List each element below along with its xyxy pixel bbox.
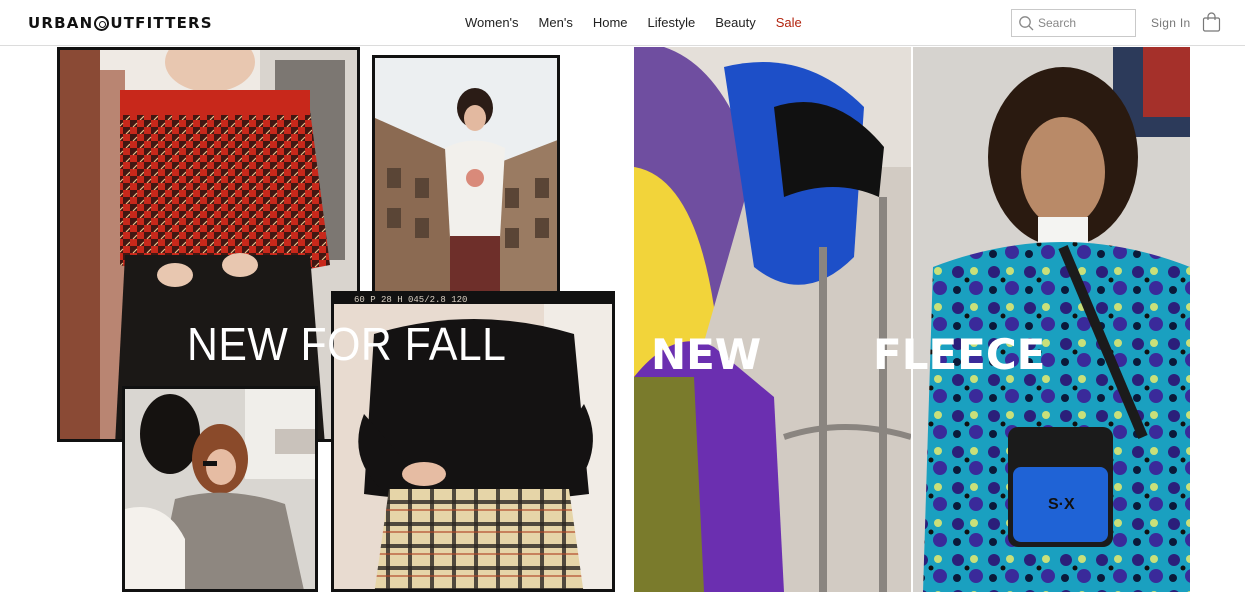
photo-red-sweater [57, 47, 360, 442]
search-placeholder: Search [1038, 16, 1077, 30]
nav-item-mens[interactable]: Men's [539, 15, 573, 30]
svg-text:S·X: S·X [1048, 496, 1075, 513]
shopping-bag-icon[interactable] [1202, 12, 1221, 32]
logo-o-icon [94, 15, 110, 31]
promo-new-fleece-right-image[interactable]: S·X [913, 47, 1190, 592]
nav-item-beauty[interactable]: Beauty [715, 15, 755, 30]
nav-item-home[interactable]: Home [593, 15, 628, 30]
promo-new-for-fall[interactable]: 60 P 28 H 045/2.8 120 NEW FOR FALL [57, 47, 633, 592]
photo-building-pose-image [375, 58, 557, 292]
nav-item-womens[interactable]: Women's [465, 15, 519, 30]
brand-logo[interactable]: URBAN UTFITTERS [28, 14, 213, 32]
new-fleece-headline-word-1: NEW [651, 330, 762, 379]
film-caption: 60 P 28 H 045/2.8 120 [354, 295, 467, 305]
promo-new-fleece-left-image[interactable] [634, 47, 911, 592]
photo-building-pose [372, 55, 560, 295]
hero-banner: 60 P 28 H 045/2.8 120 NEW FOR FALL S·X N… [0, 47, 1245, 592]
photo-two-women-image [125, 389, 315, 589]
photo-two-women [122, 386, 318, 592]
search-input[interactable]: Search [1011, 9, 1136, 37]
photo-red-sweater-image [60, 50, 357, 439]
search-icon [1019, 16, 1034, 31]
nav-item-lifestyle[interactable]: Lifestyle [648, 15, 696, 30]
photo-fleece-jacket [634, 47, 911, 592]
new-for-fall-headline: NEW FOR FALL [187, 318, 507, 370]
main-nav: Women's Men's Home Lifestyle Beauty Sale [465, 15, 822, 30]
photo-man-in-fleece: S·X [913, 47, 1190, 592]
nav-item-sale[interactable]: Sale [776, 15, 802, 30]
sign-in-link[interactable]: Sign In [1151, 16, 1190, 30]
site-header: URBAN UTFITTERS Women's Men's Home Lifes… [0, 0, 1245, 46]
new-fleece-headline-word-2: FLEECE [873, 330, 1046, 379]
